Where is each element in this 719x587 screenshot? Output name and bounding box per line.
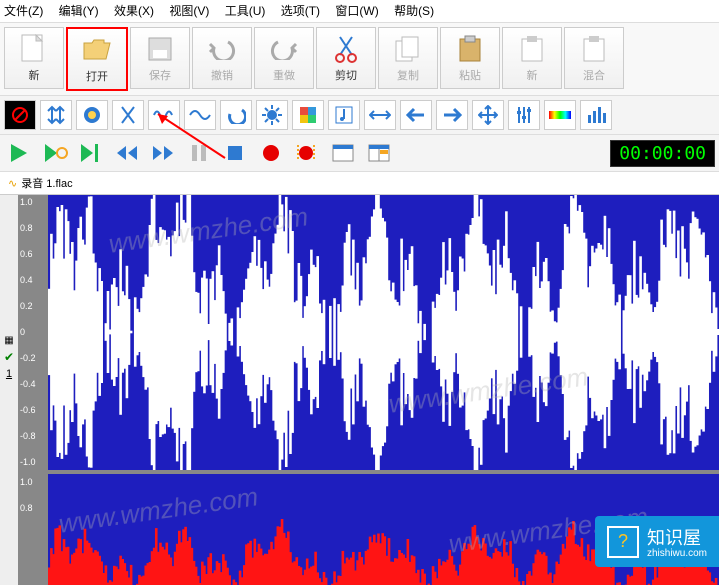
redo-icon	[268, 33, 300, 65]
arrow-left-icon[interactable]	[400, 100, 432, 130]
save-icon	[144, 33, 176, 65]
cut-button[interactable]: 剪切	[316, 27, 376, 89]
play-button[interactable]	[4, 139, 34, 167]
play-loop-button[interactable]	[40, 139, 70, 167]
cut-tool-icon[interactable]	[112, 100, 144, 130]
track-number: 1	[6, 368, 12, 380]
menu-help[interactable]: 帮助(S)	[394, 4, 434, 18]
track-gutter: ▦ ✔ 1	[0, 195, 18, 585]
save-button[interactable]: 保存	[130, 27, 190, 89]
menu-options[interactable]: 选项(T)	[281, 4, 320, 18]
spectrum-icon[interactable]	[544, 100, 576, 130]
new-window-button[interactable]: 新	[502, 27, 562, 89]
new-button[interactable]: 新	[4, 27, 64, 89]
amplitude-ruler: 1.0 0.8 0.6 0.4 0.2 0 -0.2 -0.4 -0.6 -0.…	[18, 195, 48, 585]
redo-button[interactable]: 重做	[254, 27, 314, 89]
undo-curve-icon[interactable]	[220, 100, 252, 130]
record-disable-icon[interactable]	[4, 100, 36, 130]
file-tab[interactable]: ∿录音 1.flac	[0, 172, 719, 195]
cut-icon	[330, 33, 362, 65]
track-selector-icon[interactable]: ▦	[4, 335, 13, 346]
track-enabled-icon[interactable]: ✔	[4, 350, 14, 364]
open-button[interactable]: 打开	[66, 27, 128, 91]
bars-icon[interactable]	[580, 100, 612, 130]
menu-effects[interactable]: 效果(X)	[114, 4, 154, 18]
globe-icon[interactable]	[76, 100, 108, 130]
copy-icon	[392, 33, 424, 65]
gear-icon[interactable]	[256, 100, 288, 130]
file-icon	[18, 33, 50, 65]
waveform-file-icon: ∿	[8, 178, 17, 190]
arrow-right-icon[interactable]	[436, 100, 468, 130]
folder-open-icon	[81, 34, 113, 66]
paste-icon	[454, 33, 486, 65]
badge-url: zhishiwu.com	[647, 548, 707, 559]
mix-button[interactable]: 混合	[564, 27, 624, 89]
rewind-button[interactable]	[112, 139, 142, 167]
clipboard-icon	[516, 33, 548, 65]
wave-single-icon[interactable]	[184, 100, 216, 130]
badge-icon: ?	[607, 526, 639, 558]
menu-view[interactable]: 视图(V)	[169, 4, 209, 18]
menu-window[interactable]: 窗口(W)	[335, 4, 378, 18]
main-toolbar: 新 打开 保存 撤销 重做 剪切 复制 粘贴 新 混合	[0, 23, 719, 96]
undo-button[interactable]: 撤销	[192, 27, 252, 89]
arrows-vert-icon[interactable]	[40, 100, 72, 130]
effects-toolbar	[0, 96, 719, 135]
puzzle-icon[interactable]	[292, 100, 324, 130]
sliders-icon[interactable]	[508, 100, 540, 130]
window-single-icon[interactable]	[328, 139, 358, 167]
menu-tools[interactable]: 工具(U)	[225, 4, 266, 18]
source-badge: ? 知识屋 zhishiwu.com	[595, 516, 719, 567]
timecode-display: 00:00:00	[610, 140, 715, 167]
menu-bar: 文件(Z) 编辑(Y) 效果(X) 视图(V) 工具(U) 选项(T) 窗口(W…	[0, 0, 719, 23]
stop-button[interactable]	[220, 139, 250, 167]
badge-title: 知识屋	[647, 528, 701, 548]
record-button[interactable]	[256, 139, 286, 167]
arrows-horiz-icon[interactable]	[364, 100, 396, 130]
waves-icon[interactable]	[148, 100, 180, 130]
record-marker-button[interactable]	[292, 139, 322, 167]
menu-edit[interactable]: 编辑(Y)	[59, 4, 99, 18]
playback-toolbar: 00:00:00	[0, 135, 719, 172]
waveform-channel-1	[48, 195, 719, 470]
menu-file[interactable]: 文件(Z)	[4, 4, 43, 18]
window-split-icon[interactable]	[364, 139, 394, 167]
clipboard-mix-icon	[578, 33, 610, 65]
pause-button[interactable]	[184, 139, 214, 167]
play-skip-button[interactable]	[76, 139, 106, 167]
music-note-icon[interactable]	[328, 100, 360, 130]
copy-button[interactable]: 复制	[378, 27, 438, 89]
paste-button[interactable]: 粘贴	[440, 27, 500, 89]
forward-button[interactable]	[148, 139, 178, 167]
undo-icon	[206, 33, 238, 65]
move-icon[interactable]	[472, 100, 504, 130]
